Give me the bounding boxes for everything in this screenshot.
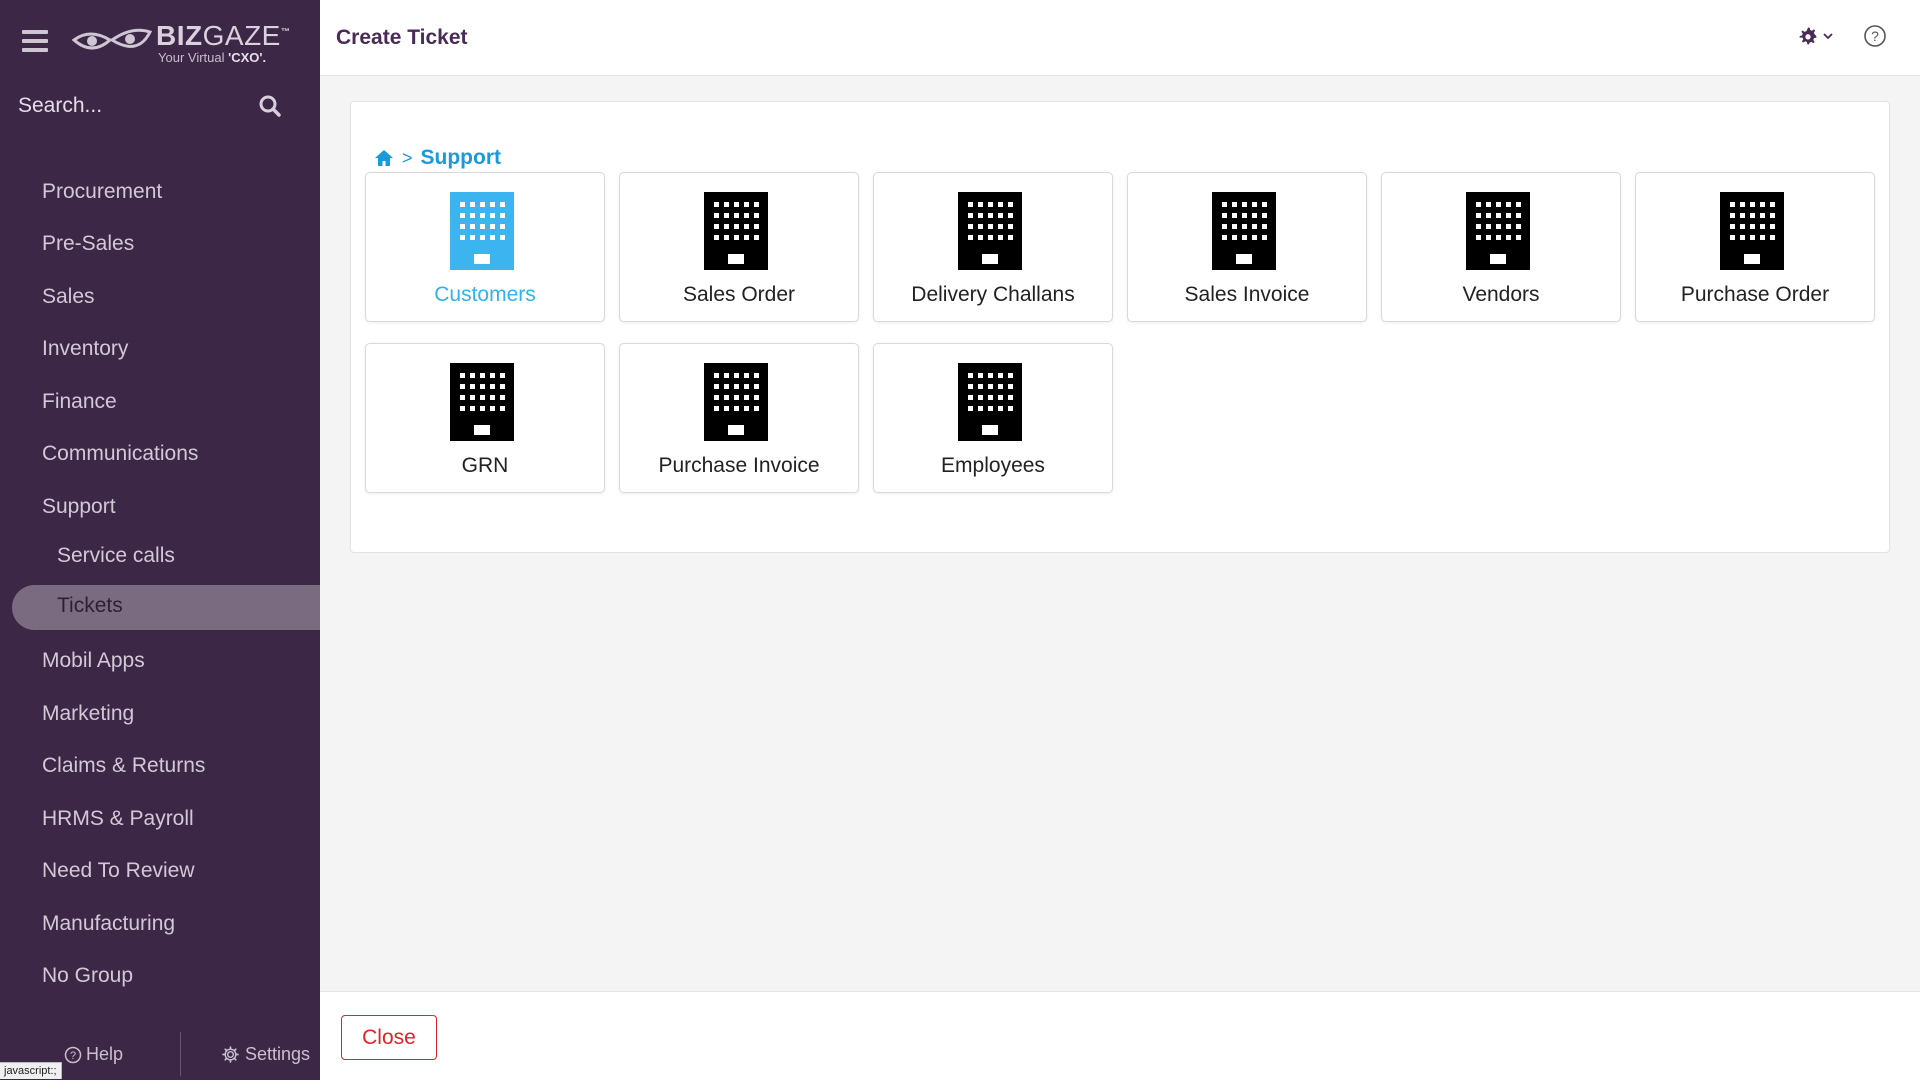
footer-divider <box>180 1032 181 1076</box>
help-question-icon[interactable]: ? <box>1863 24 1887 48</box>
logo-tagline: Your Virtual 'CXO'. <box>158 50 267 65</box>
tile-label: Employees <box>941 454 1045 477</box>
gear-icon <box>1799 27 1817 45</box>
search-input[interactable] <box>18 88 248 124</box>
breadcrumb-separator: > <box>402 147 413 168</box>
tile-employees[interactable]: Employees <box>873 343 1113 493</box>
sidebar-item-no-group[interactable]: No Group <box>42 964 133 988</box>
sidebar-item-tickets[interactable]: Tickets <box>57 594 123 618</box>
close-button[interactable]: Close <box>341 1015 437 1060</box>
svg-text:?: ? <box>70 1050 76 1062</box>
browser-status-url: javascript:; <box>0 1062 62 1079</box>
settings-label: Settings <box>245 1044 311 1064</box>
sidebar-item-mobil-apps[interactable]: Mobil Apps <box>42 649 145 673</box>
chevron-down-icon <box>1823 33 1833 40</box>
breadcrumb: > Support <box>374 146 501 170</box>
help-circle-icon: ? <box>64 1046 82 1063</box>
tile-label: Delivery Challans <box>911 283 1075 306</box>
building-icon <box>958 363 1022 441</box>
building-icon <box>704 363 768 441</box>
building-icon <box>450 192 514 270</box>
tile-label: Customers <box>434 283 536 306</box>
settings-link[interactable]: Settings <box>222 1044 310 1065</box>
sidebar: BIZGAZE™ Your Virtual 'CXO'. Procurement… <box>0 0 320 1080</box>
main-content: Create Ticket ? > Support Customers Sale… <box>320 0 1920 1080</box>
tile-grn[interactable]: GRN <box>365 343 605 493</box>
building-icon <box>958 192 1022 270</box>
help-label: Help <box>86 1044 124 1064</box>
sidebar-item-procurement[interactable]: Procurement <box>42 180 162 204</box>
tile-vendors[interactable]: Vendors <box>1381 172 1621 322</box>
building-icon <box>704 192 768 270</box>
bizgaze-logo[interactable]: BIZGAZE™ Your Virtual 'CXO'. <box>72 18 292 68</box>
owl-eyes-logo-icon <box>72 28 152 50</box>
tile-label: GRN <box>461 454 509 477</box>
svg-text:?: ? <box>1871 28 1879 44</box>
tile-sales-order[interactable]: Sales Order <box>619 172 859 322</box>
top-bar: Create Ticket ? <box>320 0 1920 76</box>
tile-label: Sales Invoice <box>1184 283 1310 306</box>
breadcrumb-support[interactable]: Support <box>421 146 501 170</box>
hamburger-menu-icon[interactable] <box>22 30 48 52</box>
sidebar-item-claims-returns[interactable]: Claims & Returns <box>42 754 205 778</box>
tile-purchase-order[interactable]: Purchase Order <box>1635 172 1875 322</box>
sidebar-item-marketing[interactable]: Marketing <box>42 702 134 726</box>
tile-label: Purchase Order <box>1680 283 1830 306</box>
sidebar-item-need-to-review[interactable]: Need To Review <box>42 859 195 883</box>
help-link[interactable]: ? Help <box>64 1044 123 1065</box>
tile-sales-invoice[interactable]: Sales Invoice <box>1127 172 1367 322</box>
page-title: Create Ticket <box>336 26 468 49</box>
sidebar-item-support[interactable]: Support <box>42 495 116 519</box>
dialog-footer: Close <box>320 991 1920 1080</box>
sidebar-item-hrms-payroll[interactable]: HRMS & Payroll <box>42 807 194 831</box>
building-icon <box>1720 192 1784 270</box>
sidebar-search <box>18 88 288 124</box>
tile-label: Sales Order <box>682 283 796 306</box>
logo-wordmark: BIZGAZE™ <box>156 20 291 51</box>
search-icon[interactable] <box>258 94 282 118</box>
tile-delivery-challans[interactable]: Delivery Challans <box>873 172 1113 322</box>
building-icon <box>1212 192 1276 270</box>
tile-customers[interactable]: Customers <box>365 172 605 322</box>
tile-label: Vendors <box>1462 283 1540 306</box>
sidebar-item-service-calls[interactable]: Service calls <box>57 544 175 568</box>
building-icon <box>1466 192 1530 270</box>
sidebar-item-inventory[interactable]: Inventory <box>42 337 128 361</box>
tile-label: Purchase Invoice <box>658 454 820 477</box>
building-icon <box>450 363 514 441</box>
sidebar-item-manufacturing[interactable]: Manufacturing <box>42 912 175 936</box>
home-icon[interactable] <box>374 149 394 167</box>
settings-dropdown-button[interactable] <box>1798 26 1834 46</box>
sidebar-item-sales[interactable]: Sales <box>42 285 95 309</box>
sidebar-item-communications[interactable]: Communications <box>42 442 198 466</box>
sidebar-item-finance[interactable]: Finance <box>42 390 117 414</box>
tile-purchase-invoice[interactable]: Purchase Invoice <box>619 343 859 493</box>
sidebar-item-pre-sales[interactable]: Pre-Sales <box>42 232 134 256</box>
gear-icon <box>222 1046 239 1063</box>
selection-panel: > Support Customers Sales Order Delivery… <box>350 101 1890 553</box>
